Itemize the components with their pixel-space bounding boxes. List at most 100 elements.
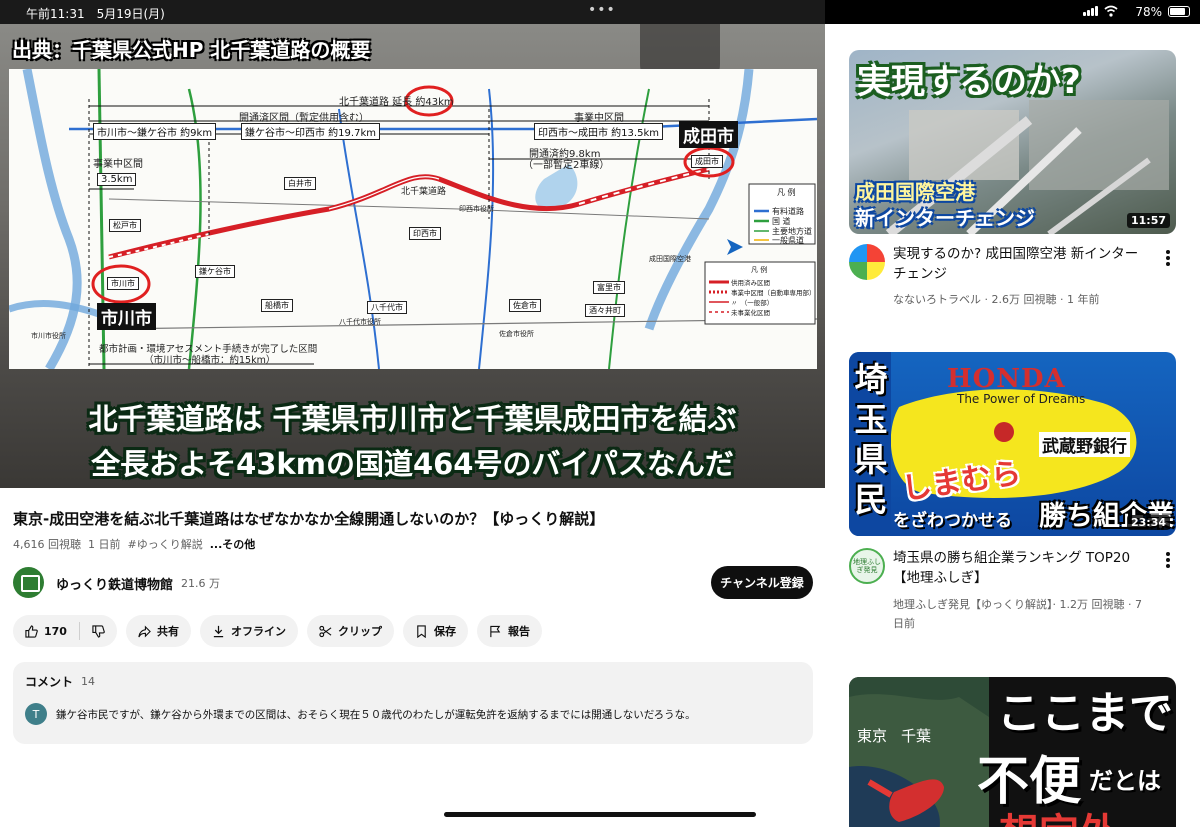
thumb-text: をざわつかせる bbox=[893, 511, 1012, 531]
share-icon bbox=[138, 625, 151, 637]
thumb-text: 実現するのか? bbox=[857, 62, 1081, 102]
video-tag[interactable]: #ゆっくり解説 bbox=[128, 538, 203, 551]
battery-icon bbox=[1168, 6, 1190, 17]
video-title[interactable]: 東京-成田空港を結ぶ北千葉道路はなぜなかなか全線開通しないのか？【ゆっくり解説】 bbox=[13, 508, 604, 529]
map-narita-box: 成田市 bbox=[691, 155, 723, 168]
channel-row: ゆっくり鉄道博物館 21.6 万 チャンネル登録 bbox=[13, 566, 813, 600]
home-indicator[interactable] bbox=[444, 812, 756, 817]
thumb-text: 東京 bbox=[857, 727, 888, 745]
more-options-icon[interactable] bbox=[1166, 250, 1170, 266]
thumb-text: ここまで bbox=[997, 688, 1173, 739]
map-bottom-note2: （市川市～船橋市：約15km） bbox=[144, 355, 276, 366]
report-label: 報告 bbox=[507, 625, 530, 638]
view-count: 4,616 回視聴 bbox=[13, 538, 81, 551]
like-dislike-button[interactable]: 170 bbox=[13, 615, 117, 647]
subscribe-button[interactable]: チャンネル登録 bbox=[711, 566, 813, 599]
status-bar: 午前11:31 5月19日(月) ••• bbox=[0, 0, 825, 24]
map-legend2-item: 未事業化区間 bbox=[731, 309, 770, 317]
save-button[interactable]: 保存 bbox=[402, 615, 468, 647]
map-place: 八千代市役所 bbox=[339, 318, 381, 326]
map-place: 松戸市 bbox=[109, 219, 141, 232]
map-place: 佐倉市役所 bbox=[499, 330, 534, 338]
recommendation-title[interactable]: 埼玉県の勝ち組企業ランキング TOP20【地理ふしぎ】 bbox=[893, 548, 1148, 588]
recommendation-meta: 地理ふしぎ発見【ゆっくり解説】· 1.2万 回視聴 · 7 日前 bbox=[893, 598, 1142, 630]
map-place: 八千代市 bbox=[367, 301, 407, 314]
map-place: 白井市 bbox=[284, 177, 316, 190]
map-legend-item: 一般県道 bbox=[772, 236, 804, 245]
map-seg2: 鎌ケ谷市～印西市 約19.7km bbox=[241, 123, 380, 140]
share-label: 共有 bbox=[156, 625, 179, 638]
channel-name[interactable]: ゆっくり鉄道博物館 bbox=[56, 574, 173, 593]
app-root: 午前11:31 5月19日(月) ••• 78% 出典：千葉県公式HP 北千葉道… bbox=[0, 0, 1200, 827]
recommendation-thumbnail[interactable]: ここまで 不便 だとは 想定外 東京 千葉 bbox=[849, 677, 1176, 827]
upload-age: 1 日前 bbox=[88, 538, 121, 551]
map-legend2-item: 事業中区間（自動車専用部） bbox=[731, 289, 816, 297]
map-place: 成田国際空港 bbox=[649, 255, 691, 263]
map-section-open: 開通済区間（暫定供用含む） bbox=[239, 113, 369, 124]
bookmark-icon bbox=[417, 624, 426, 638]
save-label: 保存 bbox=[433, 625, 456, 638]
map-place: 鎌ケ谷市 bbox=[195, 265, 235, 278]
recommendation-title[interactable]: 実現するのか? 成田国際空港 新インターチェンジ bbox=[893, 244, 1148, 284]
video-meta[interactable]: 4,616 回視聴 1 日前 #ゆっくり解説 ...その他 bbox=[13, 536, 255, 552]
map-legend-title: 凡 例 bbox=[777, 188, 796, 197]
channel-avatar[interactable] bbox=[13, 567, 44, 598]
comments-count: 14 bbox=[81, 675, 95, 688]
status-time: 午前11:31 5月19日(月) bbox=[26, 7, 165, 21]
map-seg3: 印西市～成田市 約13.5km bbox=[534, 123, 663, 140]
map-left-len: 3.5km bbox=[97, 173, 137, 186]
comments-section[interactable]: コメント 14 T 鎌ケ谷市民ですが、鎌ケ谷から外環までの区間は、おそらく現在５… bbox=[13, 662, 813, 744]
thumb-text: 埼玉県民 bbox=[854, 360, 888, 519]
top-comment-text: 鎌ケ谷市民ですが、鎌ケ谷から外環までの区間は、おそらく現在５０歳代のわたしが運転… bbox=[56, 709, 696, 721]
like-count: 170 bbox=[44, 624, 67, 638]
more-options-icon[interactable] bbox=[1166, 552, 1170, 568]
download-button[interactable]: オフライン bbox=[199, 615, 298, 647]
channel-avatar[interactable]: 地理ふしぎ発見 bbox=[849, 548, 885, 584]
map-place: 富里市 bbox=[593, 281, 625, 294]
thumb-text: 想定外 bbox=[999, 801, 1119, 827]
share-button[interactable]: 共有 bbox=[125, 615, 191, 647]
comments-header: コメント bbox=[25, 675, 74, 689]
map-place: 市川市役所 bbox=[31, 332, 66, 340]
status-bar-right: 78% bbox=[825, 0, 1200, 24]
divider bbox=[78, 622, 80, 640]
recommendation-item[interactable]: ここまで 不便 だとは 想定外 東京 千葉 bbox=[849, 677, 1176, 827]
thumb-text: The Power of Dreams bbox=[957, 392, 1086, 406]
clip-label: クリップ bbox=[337, 625, 382, 638]
map-legend2-item: 〃 （一般部） bbox=[731, 299, 774, 307]
recommendation-thumbnail[interactable]: HONDA The Power of Dreams 武蔵野銀行 しまむら 埼玉県… bbox=[849, 352, 1176, 536]
thumbs-down-icon[interactable] bbox=[92, 624, 105, 638]
source-label: 出典：千葉県公式HP 北千葉道路の概要 bbox=[12, 38, 371, 62]
more-link[interactable]: ...その他 bbox=[210, 538, 256, 551]
scissors-icon bbox=[319, 625, 332, 637]
thumb-text: 新インターチェンジ bbox=[855, 206, 1035, 230]
map-ichikawa-label: 市川市 bbox=[97, 303, 156, 330]
channel-avatar[interactable] bbox=[849, 244, 885, 280]
comment-avatar: T bbox=[25, 703, 47, 725]
map-place: 印西市 bbox=[409, 227, 441, 240]
video-player[interactable]: 出典：千葉県公式HP 北千葉道路の概要 北千葉道路 延長 約43km 開通済区間… bbox=[0, 24, 825, 488]
thumbs-up-icon[interactable] bbox=[25, 624, 38, 638]
map-seg1: 市川市～鎌ケ谷市 約9km bbox=[93, 123, 217, 140]
map-place: 印西市役所 bbox=[459, 205, 494, 213]
thumb-text: 成田国際空港 bbox=[855, 180, 975, 204]
recommendation-thumbnail[interactable]: 実現するのか? 成田国際空港 新インターチェンジ 11:57 bbox=[849, 50, 1176, 234]
video-duration: 11:57 bbox=[1126, 213, 1170, 228]
map-seg4b: （一部暫定2車線） bbox=[523, 160, 610, 171]
download-icon bbox=[213, 625, 224, 637]
cellular-signal-icon bbox=[1083, 6, 1098, 16]
video-duration: 23:34 bbox=[1126, 515, 1170, 530]
video-caption-line2: 全長およそ43kmの国道464号のバイパスなんだ bbox=[91, 447, 734, 481]
thumb-text: HONDA bbox=[947, 364, 1066, 394]
map-road-name: 北千葉道路 bbox=[401, 187, 447, 197]
report-button[interactable]: 報告 bbox=[476, 615, 542, 647]
map-legend2-title: 凡 例 bbox=[751, 266, 768, 274]
map-narita-label: 成田市 bbox=[679, 121, 738, 148]
subscriber-count: 21.6 万 bbox=[181, 577, 220, 590]
thumb-text: だとは bbox=[1089, 767, 1161, 795]
recommendation-meta: なないろトラベル · 2.6万 回視聴 · 1 年前 bbox=[893, 293, 1100, 306]
clip-button[interactable]: クリップ bbox=[306, 615, 394, 647]
flag-icon bbox=[490, 625, 501, 637]
multitask-dots-icon[interactable]: ••• bbox=[588, 2, 616, 18]
map-seg3-header: 事業中区間 bbox=[574, 113, 624, 124]
